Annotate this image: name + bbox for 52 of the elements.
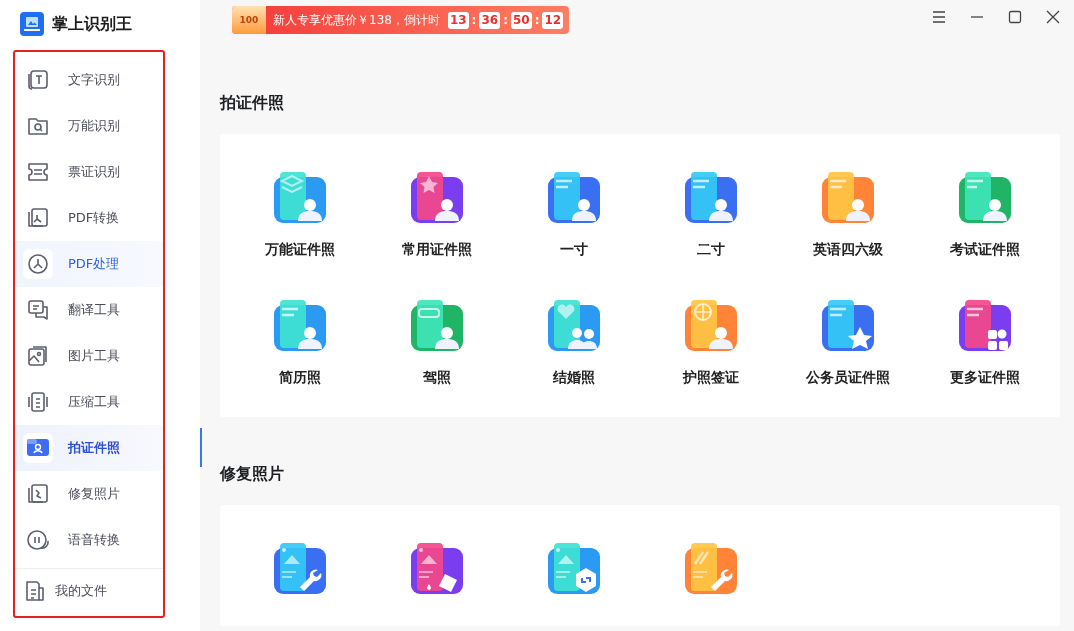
menu-icon[interactable] — [932, 10, 946, 24]
tile-label[interactable]: 简历照 — [278, 369, 321, 387]
tile-label[interactable]: 常用证件照 — [401, 241, 472, 259]
countdown-digits: 12 — [542, 11, 564, 29]
sidebar-item[interactable]: 我的文件 — [15, 569, 163, 613]
sidebar-item[interactable]: PDF处理 — [15, 241, 163, 287]
file-icon — [23, 579, 47, 603]
sidebar-item[interactable]: 文字识别 — [15, 57, 163, 103]
maximize-icon[interactable] — [1008, 10, 1022, 24]
sidebar-item[interactable]: 修复照片 — [15, 471, 163, 517]
tile-label[interactable]: 二寸 — [696, 241, 725, 259]
sidebar-item[interactable]: 语音转换 — [15, 517, 163, 563]
section-title: 拍证件照 — [220, 92, 285, 114]
chat-icon — [26, 298, 50, 322]
sidebar-item[interactable]: PDF转换 — [15, 195, 163, 241]
close-icon[interactable] — [1046, 10, 1060, 24]
promo-text: 新人专享优惠价￥138，倒计时 — [273, 11, 440, 29]
pdf-circle-icon — [26, 252, 50, 276]
tile-label[interactable]: 一寸 — [559, 241, 588, 259]
countdown-separator: : — [534, 13, 540, 27]
sidebar-item[interactable]: 压缩工具 — [15, 379, 163, 425]
gift-box-icon: 100 — [232, 6, 266, 34]
logo-icon — [20, 12, 44, 36]
audio-icon — [26, 528, 50, 552]
promo-banner[interactable]: 100 新人专享优惠价￥138，倒计时 13 : 36 : 50 : 12 — [232, 6, 570, 34]
document-icon — [26, 68, 50, 92]
countdown-digits: 13 — [447, 11, 469, 29]
tile-label[interactable]: 护照签证 — [682, 369, 739, 387]
tile-label[interactable]: 驾照 — [422, 369, 451, 387]
tile-label[interactable]: 公务员证件照 — [805, 369, 890, 387]
sidebar-item[interactable]: 翻译工具 — [15, 287, 163, 333]
section-title: 修复照片 — [220, 463, 285, 485]
tile-label[interactable]: 英语四六级 — [812, 241, 883, 259]
image-icon — [26, 344, 50, 368]
sidebar-item[interactable]: 拍证件照 — [15, 425, 163, 471]
scroll-indicator — [200, 428, 202, 467]
sidebar-item[interactable]: 万能识别 — [15, 103, 163, 149]
countdown-digits: 50 — [510, 11, 532, 29]
ticket-icon — [26, 160, 50, 184]
pdf-file-icon — [26, 206, 50, 230]
countdown-separator: : — [471, 13, 477, 27]
tile-label[interactable]: 万能证件照 — [264, 241, 335, 259]
photo-repair-icon — [26, 482, 50, 506]
sidebar-item[interactable]: 票证识别 — [15, 149, 163, 195]
countdown-separator: : — [503, 13, 508, 27]
archive-icon — [26, 390, 50, 414]
tile-label[interactable]: 结婚照 — [552, 369, 595, 387]
sidebar-item[interactable]: 图片工具 — [15, 333, 163, 379]
tile-label[interactable]: 更多证件照 — [949, 369, 1020, 387]
countdown-digits: 36 — [479, 11, 501, 29]
tile-label[interactable]: 考试证件照 — [949, 241, 1020, 259]
app-title: 掌上识别王 — [52, 13, 132, 35]
